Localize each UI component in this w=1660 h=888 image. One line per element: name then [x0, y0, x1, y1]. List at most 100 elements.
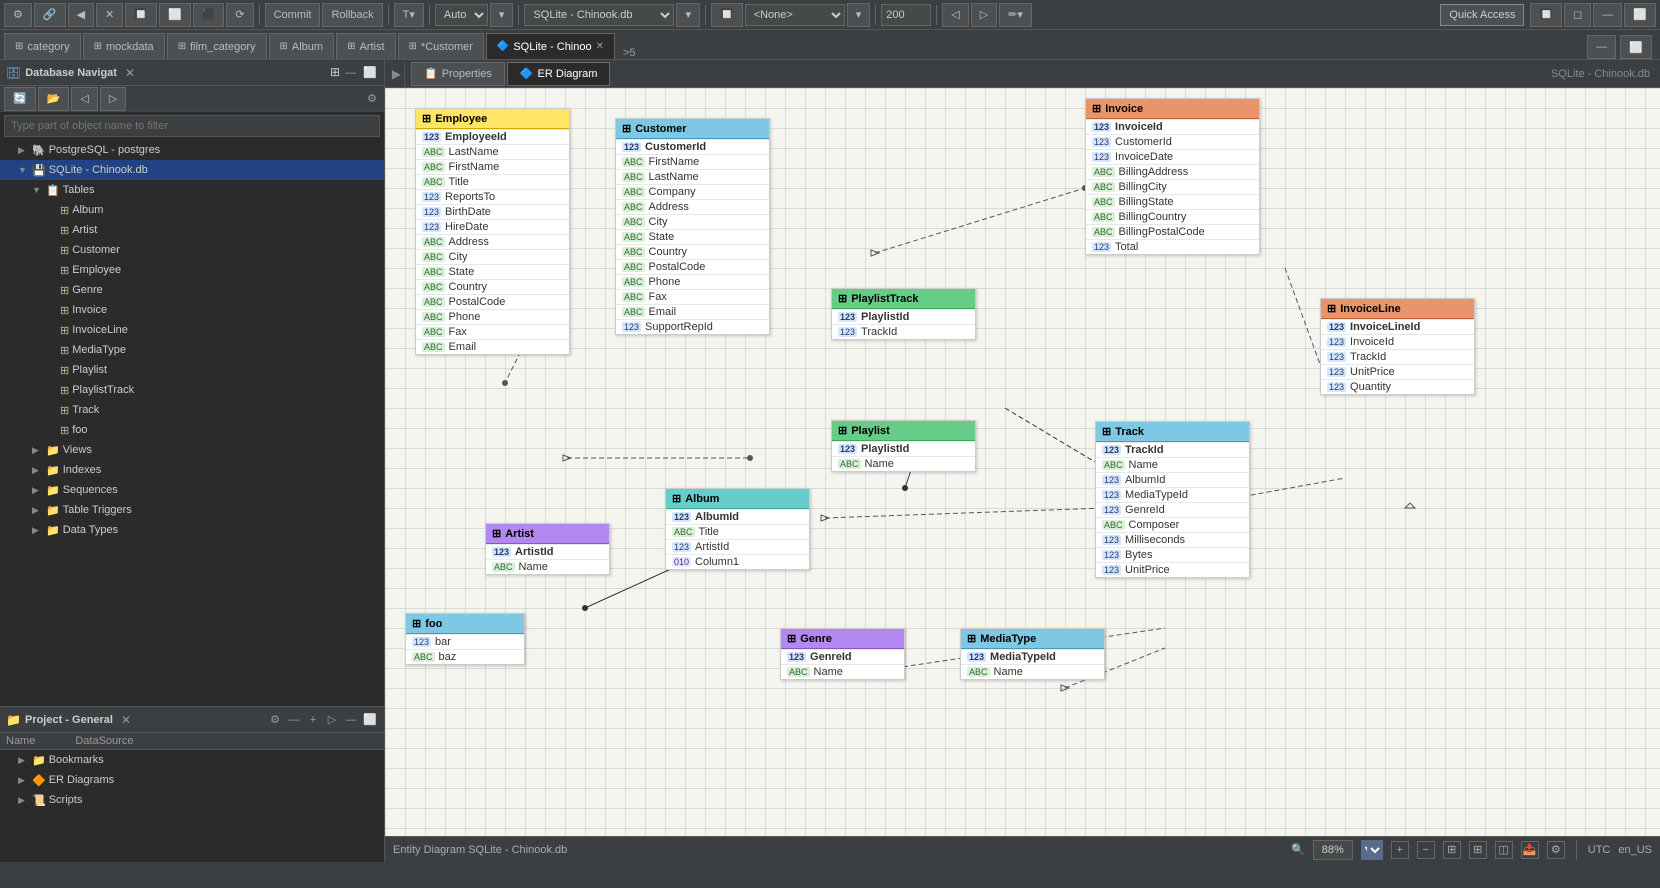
zoom-out-btn[interactable]: − [1417, 841, 1435, 859]
schema-icon-btn[interactable]: 🔲 [711, 3, 743, 27]
toolbar-btn-6[interactable]: ⬜ [159, 3, 191, 27]
tree-item-track[interactable]: ⊞ Track [0, 400, 384, 420]
tab-sqlite-chinoo[interactable]: 🔷 SQLite - Chinoo ✕ [486, 33, 615, 59]
tree-item-invoiceline[interactable]: ⊞ InvoiceLine [0, 320, 384, 340]
project-close-icon[interactable]: ✕ [121, 713, 131, 727]
project-gear-btn[interactable]: ⚙ [267, 712, 283, 728]
project-item-scripts[interactable]: ▶ 📜 Scripts [0, 790, 384, 810]
zoom-settings-btn[interactable]: ⚙ [1547, 841, 1565, 859]
zoom-grid-btn[interactable]: ⊞ [1469, 841, 1487, 859]
tree-item-customer[interactable]: ⊞ Customer [0, 240, 384, 260]
zoom-in-btn[interactable]: + [1391, 841, 1409, 859]
db-filter-input[interactable] [4, 115, 380, 137]
tree-item-sqlite[interactable]: ▼ 💾 SQLite - Chinook.db [0, 160, 384, 180]
zoom-layout-btn[interactable]: ◫ [1495, 841, 1513, 859]
er-entity-employee[interactable]: ⊞ Employee 123 EmployeeId ABC LastName A… [415, 108, 570, 355]
toolbar-btn-2[interactable]: 🔗 [34, 3, 66, 27]
toolbar-btn-5[interactable]: 🔲 [125, 3, 157, 27]
auto-dropdown-btn[interactable]: ▾ [490, 3, 514, 27]
quick-access-button[interactable]: Quick Access [1440, 4, 1524, 26]
auto-combo[interactable]: Auto [435, 4, 488, 26]
tree-item-sequences[interactable]: ▶ 📁 Sequences [0, 480, 384, 500]
toolbar-btn-nav1[interactable]: ◁ [942, 3, 968, 27]
toolbar-btn-1[interactable]: ⚙ [4, 3, 32, 27]
db-nav-maximize-btn[interactable]: ⬜ [362, 65, 378, 81]
toolbar-btn-8[interactable]: ⟳ [226, 3, 253, 27]
er-entity-track[interactable]: ⊞ Track 123 TrackId ABC Name 123 AlbumId… [1095, 421, 1250, 578]
tree-item-datatypes[interactable]: ▶ 📁 Data Types [0, 520, 384, 540]
project-collapse-btn[interactable]: — [286, 712, 302, 728]
er-entity-playlisttrack[interactable]: ⊞ PlaylistTrack 123 PlaylistId 123 Track… [831, 288, 976, 340]
toolbar-btn-icon1[interactable]: 🔲 [1530, 3, 1562, 27]
project-item-erdiagrams[interactable]: ▶ 🔶 ER Diagrams [0, 770, 384, 790]
tab-er-diagram[interactable]: 🔷 ER Diagram [507, 62, 611, 86]
toolbar-btn-3[interactable]: ◀ [68, 3, 94, 27]
tab-artist[interactable]: ⊞ Artist [336, 33, 395, 59]
schema-dropdown-btn[interactable]: ▾ [847, 3, 871, 27]
tab-album[interactable]: ⊞ Album [269, 33, 335, 59]
left-arrow-tab[interactable]: ▶ [389, 62, 405, 86]
er-entity-album[interactable]: ⊞ Album 123 AlbumId ABC Title 123 Artist… [665, 488, 810, 570]
tree-item-artist[interactable]: ⊞ Artist [0, 220, 384, 240]
zoom-dropdown[interactable]: ▾ [1361, 840, 1383, 860]
tree-item-employee[interactable]: ⊞ Employee [0, 260, 384, 280]
db-nav-filter-btn[interactable]: 📂 [38, 87, 70, 111]
zoom-export-btn[interactable]: 📤 [1521, 841, 1539, 859]
tree-item-genre[interactable]: ⊞ Genre [0, 280, 384, 300]
er-entity-customer[interactable]: ⊞ Customer 123 CustomerId ABC FirstName … [615, 118, 770, 335]
tree-item-tabletriggers[interactable]: ▶ 📁 Table Triggers [0, 500, 384, 520]
zoom-fit-btn[interactable]: ⊞ [1443, 841, 1461, 859]
tree-item-postgres[interactable]: ▶ 🐘 PostgreSQL - postgres [0, 140, 384, 160]
project-minimize-btn[interactable]: — [343, 712, 359, 728]
tree-item-foo[interactable]: ⊞ foo [0, 420, 384, 440]
toolbar-btn-icon4[interactable]: ⬜ [1624, 3, 1656, 27]
tab-film-category[interactable]: ⊞ film_category [167, 33, 267, 59]
toolbar-btn-nav2[interactable]: ▷ [971, 3, 997, 27]
tree-item-playlist[interactable]: ⊞ Playlist [0, 360, 384, 380]
project-maximize-btn[interactable]: ⬜ [362, 712, 378, 728]
er-entity-artist[interactable]: ⊞ Artist 123 ArtistId ABC Name [485, 523, 610, 575]
toolbar-btn-7[interactable]: ⬛ [193, 3, 225, 27]
tree-item-tables[interactable]: ▼ 📋 Tables [0, 180, 384, 200]
tree-item-views[interactable]: ▶ 📁 Views [0, 440, 384, 460]
toolbar-btn-4[interactable]: ✕ [96, 3, 123, 27]
db-nav-minimize-btn[interactable]: — [343, 65, 359, 81]
tab-more[interactable]: >5 [617, 47, 642, 59]
db-dropdown-btn[interactable]: ▾ [676, 3, 700, 27]
tree-item-indexes[interactable]: ▶ 📁 Indexes [0, 460, 384, 480]
er-entity-invoiceline[interactable]: ⊞ InvoiceLine 123 InvoiceLineId 123 Invo… [1320, 298, 1475, 395]
db-nav-arrow-left-btn[interactable]: ◁ [71, 87, 97, 111]
er-entity-mediatype[interactable]: ⊞ MediaType 123 MediaTypeId ABC Name [960, 628, 1105, 680]
toolbar-btn-pencil[interactable]: ✏▾ [999, 3, 1032, 27]
er-entity-invoice[interactable]: ⊞ Invoice 123 InvoiceId 123 CustomerId 1… [1085, 98, 1260, 255]
rollback-button[interactable]: Rollback [322, 3, 382, 27]
er-diagram-canvas[interactable]: ⊞ Employee 123 EmployeeId ABC LastName A… [385, 88, 1660, 836]
window-minimize-btn[interactable]: — [1587, 35, 1616, 59]
zoom-input[interactable] [881, 4, 931, 26]
db-nav-extra-btn[interactable]: ⚙ [364, 91, 380, 107]
er-entity-genre[interactable]: ⊞ Genre 123 GenreId ABC Name [780, 628, 905, 680]
zoom-value-input[interactable] [1313, 840, 1353, 860]
db-combo[interactable]: SQLite - Chinook.db [524, 4, 674, 26]
toolbar-btn-icon3[interactable]: — [1593, 3, 1622, 27]
tree-item-mediatype[interactable]: ⊞ MediaType [0, 340, 384, 360]
tab-sqlite-chinoo-close[interactable]: ✕ [596, 41, 604, 52]
er-entity-foo[interactable]: ⊞ foo 123 bar ABC baz [405, 613, 525, 665]
db-nav-refresh-btn[interactable]: 🔄 [4, 87, 36, 111]
tab-properties[interactable]: 📋 Properties [411, 62, 505, 86]
db-nav-arrow-right-btn[interactable]: ▷ [100, 87, 126, 111]
toolbar-btn-t[interactable]: T▾ [394, 3, 424, 27]
project-item-bookmarks[interactable]: ▶ 📁 Bookmarks [0, 750, 384, 770]
window-restore-btn[interactable]: ⬜ [1620, 35, 1652, 59]
er-entity-playlist[interactable]: ⊞ Playlist 123 PlaylistId ABC Name [831, 420, 976, 472]
schema-combo[interactable]: <None> [745, 4, 845, 26]
toolbar-btn-icon2[interactable]: ◻ [1564, 3, 1591, 27]
project-add-btn[interactable]: + [305, 712, 321, 728]
tree-item-playlisttrack[interactable]: ⊞ PlaylistTrack [0, 380, 384, 400]
commit-button[interactable]: Commit [265, 3, 321, 27]
tab-customer[interactable]: ⊞ *Customer [398, 33, 484, 59]
tree-item-album[interactable]: ⊞ Album [0, 200, 384, 220]
tab-mockdata[interactable]: ⊞ mockdata [83, 33, 165, 59]
tree-item-invoice[interactable]: ⊞ Invoice [0, 300, 384, 320]
db-navigator-close-icon[interactable]: ✕ [125, 66, 135, 80]
